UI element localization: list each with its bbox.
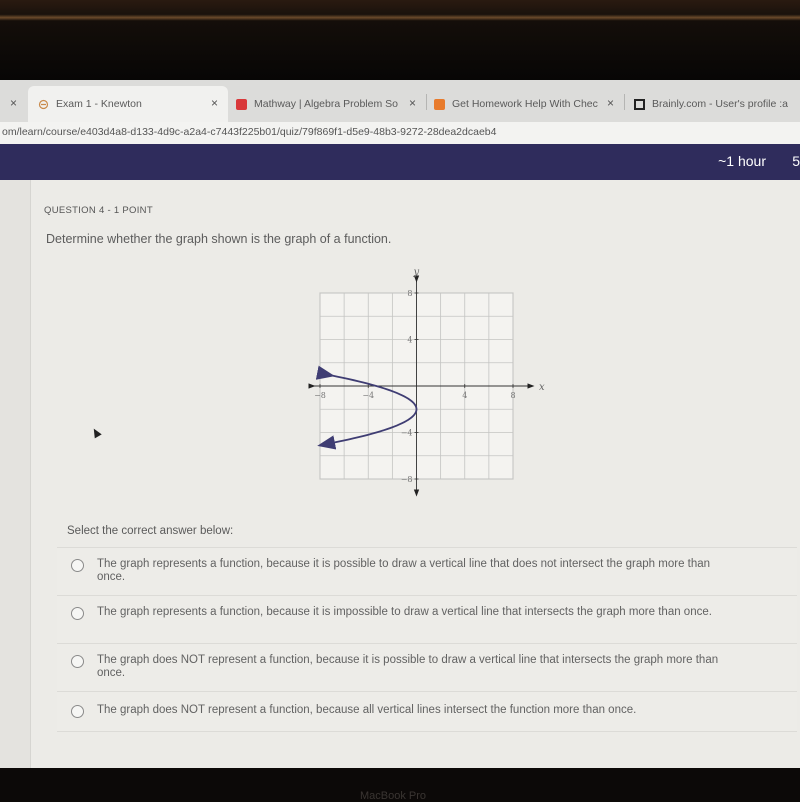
close-icon[interactable]: × — [409, 96, 416, 110]
tab-chegg[interactable]: Get Homework Help With Chec × — [434, 90, 620, 118]
knewton-icon — [38, 99, 49, 110]
question-text: Determine whether the graph shown is the… — [46, 232, 392, 246]
brainly-icon — [634, 98, 645, 110]
answer-option[interactable]: The graph represents a function, because… — [57, 548, 797, 596]
time-remaining: ~1 hour — [718, 153, 766, 169]
quiz-page: QUESTION 4 - 1 POINT Determine whether t… — [0, 180, 800, 768]
answer-prompt: Select the correct answer below: — [57, 515, 797, 548]
tab-brainly[interactable]: Brainly.com - User's profile :a — [634, 90, 800, 118]
radio-button[interactable] — [71, 607, 84, 620]
tab-title: Get Homework Help With Chec — [452, 98, 598, 110]
tab-exam-knewton[interactable]: Exam 1 - Knewton × — [28, 86, 228, 122]
function-graph: x y −8 −4 4 8 8 4 −4 −8 — [308, 267, 545, 497]
tab-title: Mathway | Algebra Problem So — [254, 98, 398, 110]
mathway-icon — [236, 98, 247, 110]
left-gutter — [0, 180, 31, 768]
answer-section: Select the correct answer below: The gra… — [57, 515, 797, 732]
tab-previous[interactable]: × — [0, 90, 26, 118]
question-label: QUESTION 4 - 1 POINT — [44, 205, 153, 216]
tab-separator — [426, 94, 427, 110]
answer-option-text: The graph does NOT represent a function,… — [97, 704, 637, 716]
close-icon[interactable]: × — [10, 96, 17, 110]
x-tick-label: −8 — [314, 391, 326, 400]
answer-option[interactable]: The graph represents a function, because… — [57, 596, 797, 644]
answer-option-text: The graph represents a function, because… — [97, 606, 712, 618]
address-bar[interactable]: om/learn/course/e403d4a8-d133-4d9c-a2a4-… — [0, 122, 800, 144]
y-tick-label: 8 — [407, 289, 412, 298]
radio-button[interactable] — [71, 705, 84, 718]
url-text[interactable]: om/learn/course/e403d4a8-d133-4d9c-a2a4-… — [0, 126, 496, 138]
tab-separator — [624, 94, 625, 110]
laptop-bezel-top — [0, 0, 800, 80]
answer-option[interactable]: The graph does NOT represent a function,… — [57, 644, 797, 692]
answer-option[interactable]: The graph does NOT represent a function,… — [57, 692, 797, 732]
device-brand: MacBook Pro — [360, 790, 427, 802]
y-tick-label: −4 — [401, 429, 413, 438]
answer-option-text: The graph does NOT represent a function,… — [97, 654, 719, 679]
tab-title: Brainly.com - User's profile :a — [652, 98, 789, 110]
y-tick-label: −8 — [401, 475, 413, 484]
close-icon[interactable]: × — [607, 96, 614, 110]
answer-option-text: The graph represents a function, because… — [97, 558, 711, 583]
radio-button[interactable] — [71, 559, 84, 572]
tab-title: Exam 1 - Knewton — [56, 98, 142, 110]
tab-mathway[interactable]: Mathway | Algebra Problem So × — [236, 90, 422, 118]
quiz-header-bar: ~1 hour 5 — [0, 144, 800, 180]
x-tick-label: 4 — [462, 391, 467, 400]
radio-button[interactable] — [71, 655, 84, 668]
x-tick-label: 8 — [510, 391, 515, 400]
browser-window: × Exam 1 - Knewton × Mathway | Algebra P… — [0, 80, 800, 768]
x-axis-label: x — [539, 382, 545, 393]
time-remaining-extra: 5 — [792, 153, 800, 169]
y-axis-label: y — [413, 267, 420, 278]
tab-strip: × Exam 1 - Knewton × Mathway | Algebra P… — [0, 80, 800, 122]
y-tick-label: 4 — [407, 336, 412, 345]
chegg-icon — [434, 98, 445, 110]
x-tick-label: −4 — [362, 391, 374, 400]
mouse-cursor — [90, 426, 102, 439]
close-icon[interactable]: × — [211, 96, 218, 110]
